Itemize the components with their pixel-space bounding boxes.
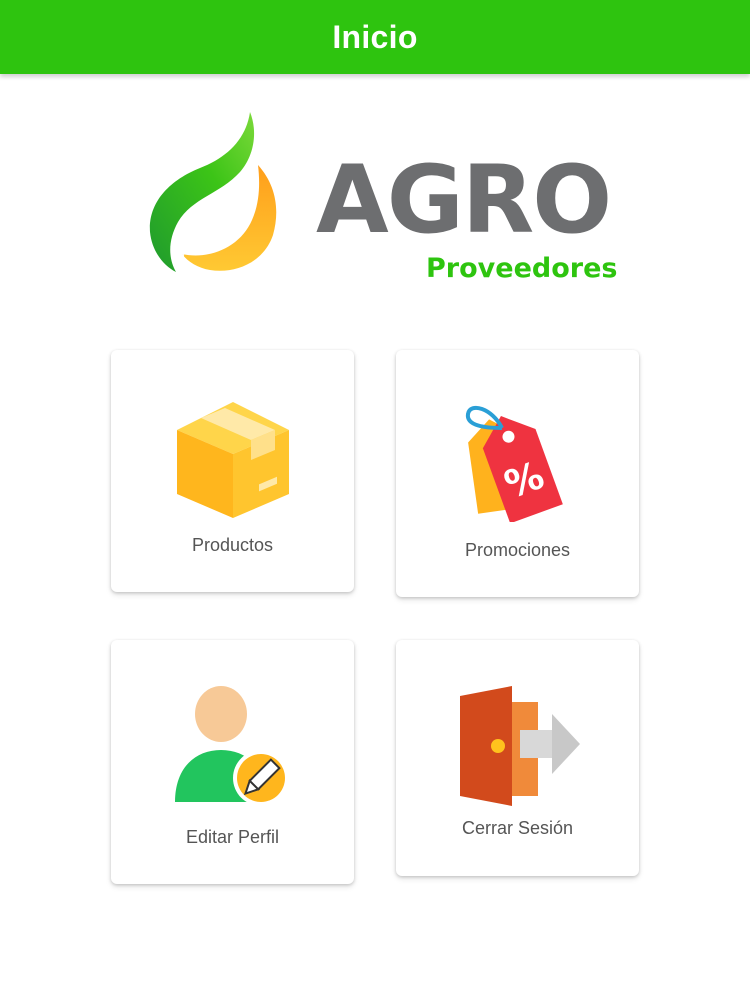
editar-perfil-label: Editar Perfil [185,827,280,847]
logo-wordmark: AGRO [316,146,612,255]
app-bar: Inicio [0,0,750,74]
promociones-label: Promociones [464,540,571,560]
page-title: Inicio [332,18,418,55]
leaf-drop-logo-icon [149,112,277,272]
box-icon [176,402,289,518]
promociones-button[interactable]: % Promociones [396,350,639,597]
cerrar-sesion-label: Cerrar Sesión [461,818,574,838]
logo-subtitle: Proveedores [426,253,618,284]
cerrar-sesion-button[interactable]: Cerrar Sesión [396,640,639,876]
user-edit-icon [174,686,289,806]
productos-button[interactable]: Productos [111,350,354,592]
agro-logo: AGRO Proveedores [148,110,618,285]
productos-label: Productos [191,535,274,555]
discount-tag-icon: % [465,405,563,522]
logout-door-icon [459,686,580,806]
editar-perfil-button[interactable]: Editar Perfil [111,640,354,884]
